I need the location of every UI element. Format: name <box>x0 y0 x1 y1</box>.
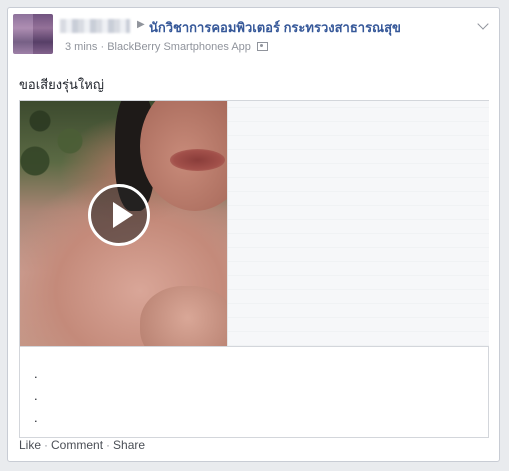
right-arrow-icon: ▶ <box>137 19 145 30</box>
author-name-blurred[interactable] <box>60 19 130 33</box>
target-name-link[interactable]: นักวิชาการคอมพิวเตอร์ กระทรวงสาธารณสุข <box>149 17 401 38</box>
caption-line: . <box>34 388 38 403</box>
thumbnail-hand <box>140 286 227 346</box>
action-separator: · <box>106 438 111 452</box>
comment-link[interactable]: Comment <box>51 438 103 452</box>
attachment-caption[interactable]: . . . <box>20 346 488 438</box>
play-icon <box>113 202 133 228</box>
avatar[interactable] <box>13 14 53 54</box>
chevron-down-icon[interactable] <box>477 18 489 30</box>
post-card: ▶ นักวิชาการคอมพิวเตอร์ กระทรวงสาธารณสุข… <box>7 7 500 462</box>
thumbnail-foliage <box>20 101 100 181</box>
action-separator: · <box>44 438 49 452</box>
audience-icon[interactable] <box>256 42 268 51</box>
share-link[interactable]: Share <box>113 438 145 452</box>
post-meta: 3 mins · BlackBerry Smartphones App <box>65 41 268 53</box>
post-app-link[interactable]: BlackBerry Smartphones App <box>107 41 251 53</box>
meta-separator: · <box>100 41 105 53</box>
post-message: ขอเสียงรุ่นใหญ่ <box>19 77 104 92</box>
post-time[interactable]: 3 mins <box>65 41 97 53</box>
caption-line: . <box>34 366 38 381</box>
link-preview-area[interactable] <box>227 101 489 346</box>
video-thumbnail[interactable] <box>20 101 227 346</box>
thumbnail-lips <box>170 149 225 171</box>
video-attachment[interactable]: . . . <box>19 100 489 438</box>
play-button[interactable] <box>88 184 150 246</box>
post-actions: Like · Comment · Share <box>19 438 145 452</box>
like-link[interactable]: Like <box>19 438 41 452</box>
caption-line: . <box>34 410 38 425</box>
